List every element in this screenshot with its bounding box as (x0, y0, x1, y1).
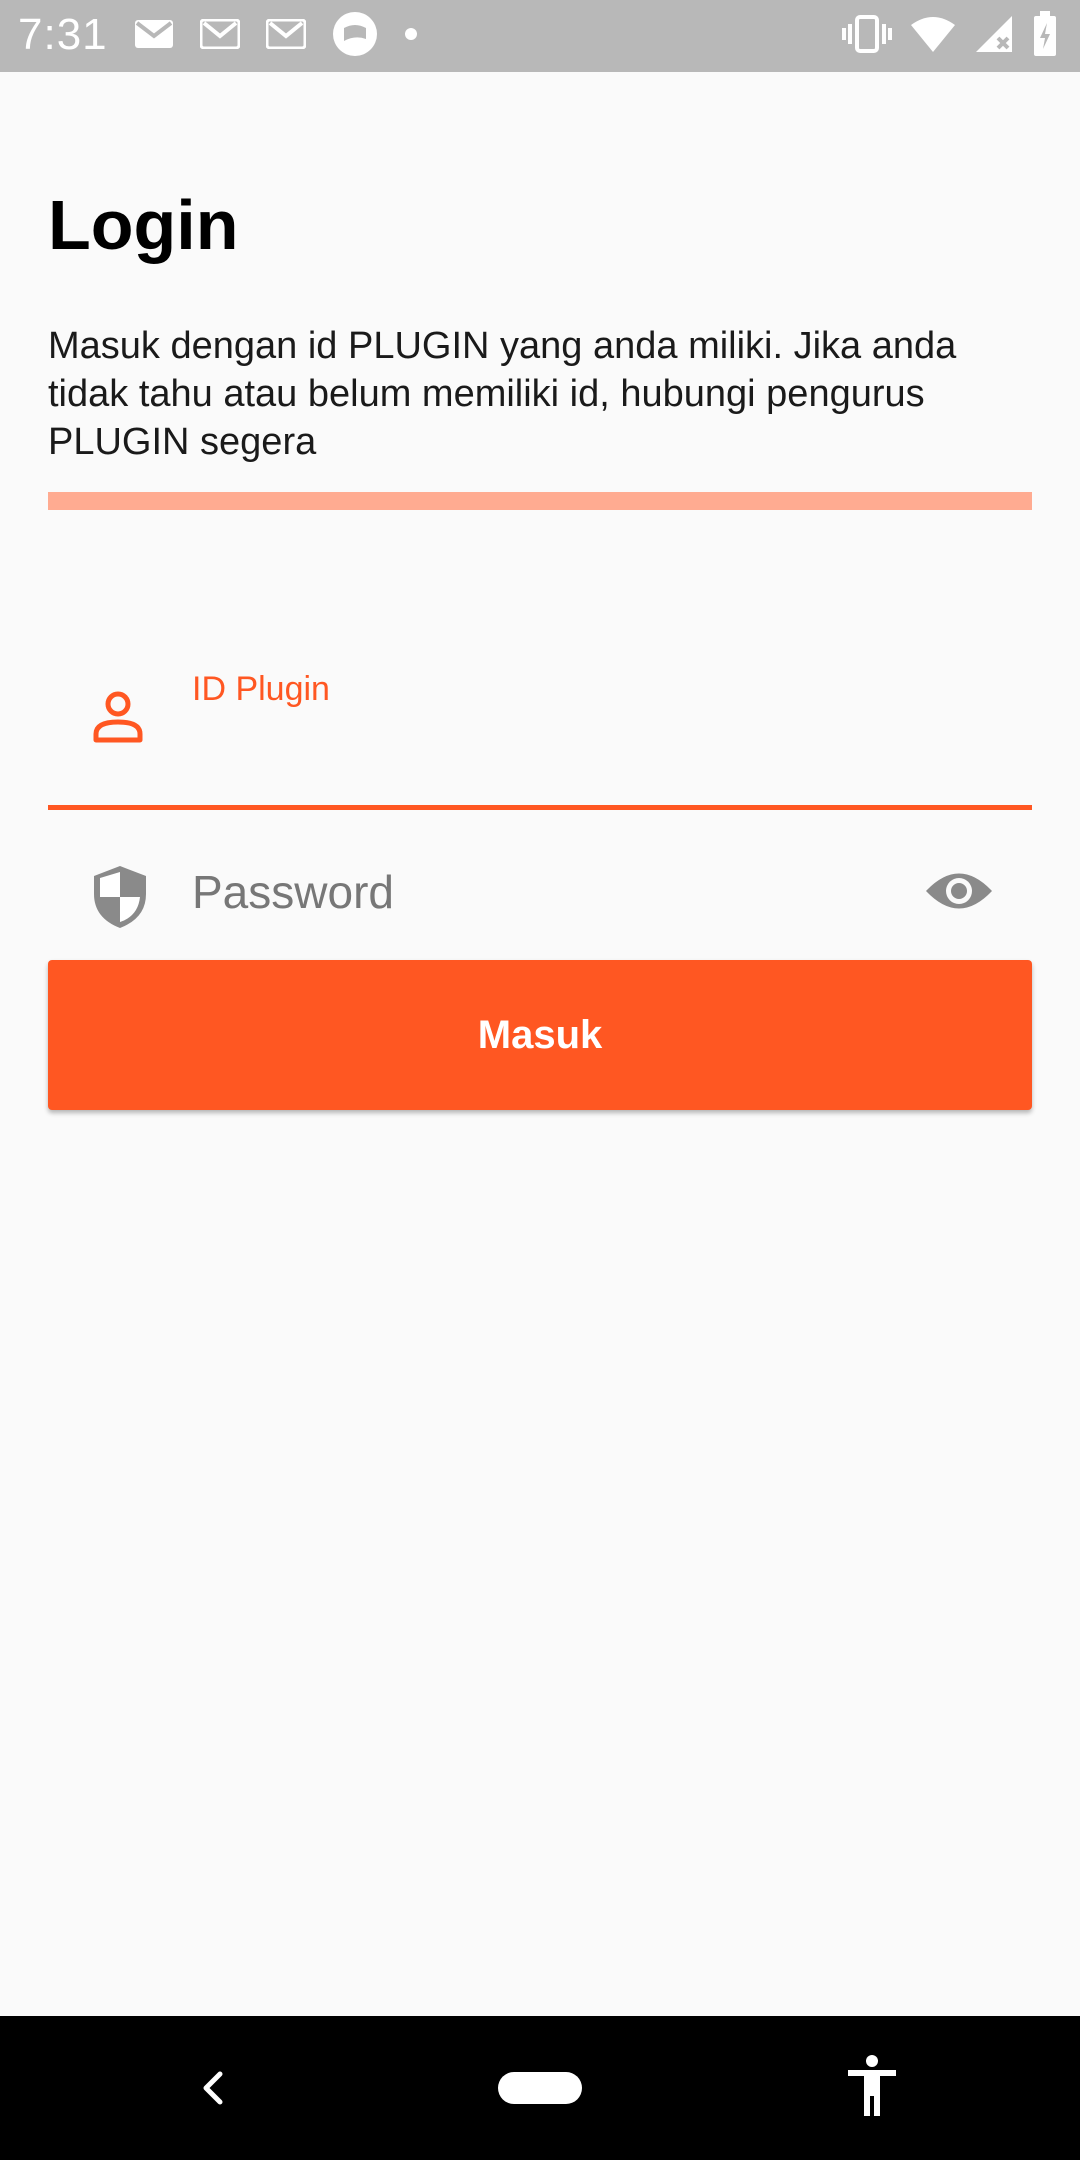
system-icons (824, 10, 1058, 62)
battery-icon (1032, 10, 1058, 62)
signal-icon (974, 14, 1014, 59)
gmail-icon (199, 18, 241, 54)
status-time: 7:31 (18, 10, 108, 59)
password-input[interactable] (192, 856, 932, 928)
home-pill-icon[interactable] (498, 2072, 582, 2104)
id-plugin-input[interactable] (192, 710, 972, 770)
id-plugin-label: ID Plugin (192, 670, 330, 708)
notification-icons (134, 11, 444, 58)
status-bar: 7:31 (0, 0, 1080, 72)
page-title: Login (48, 186, 239, 264)
person-icon (92, 690, 144, 749)
gmail-icon (134, 19, 174, 54)
id-plugin-field[interactable]: ID Plugin (48, 592, 1032, 810)
masuk-button[interactable]: Masuk (48, 960, 1032, 1110)
loading-progress-bar (48, 492, 1032, 510)
back-icon[interactable] (190, 2062, 234, 2114)
vibrate-icon (842, 14, 892, 59)
dot-icon (404, 27, 418, 46)
shield-icon (92, 864, 148, 935)
eye-icon[interactable] (924, 866, 994, 916)
navigation-bar (0, 2016, 1080, 2160)
gmail-icon (265, 18, 307, 54)
accessibility-icon[interactable] (844, 2054, 900, 2118)
chat-bubble-icon (332, 11, 378, 62)
wifi-icon (910, 15, 956, 58)
login-description: Masuk dengan id PLUGIN yang anda miliki.… (48, 325, 957, 463)
